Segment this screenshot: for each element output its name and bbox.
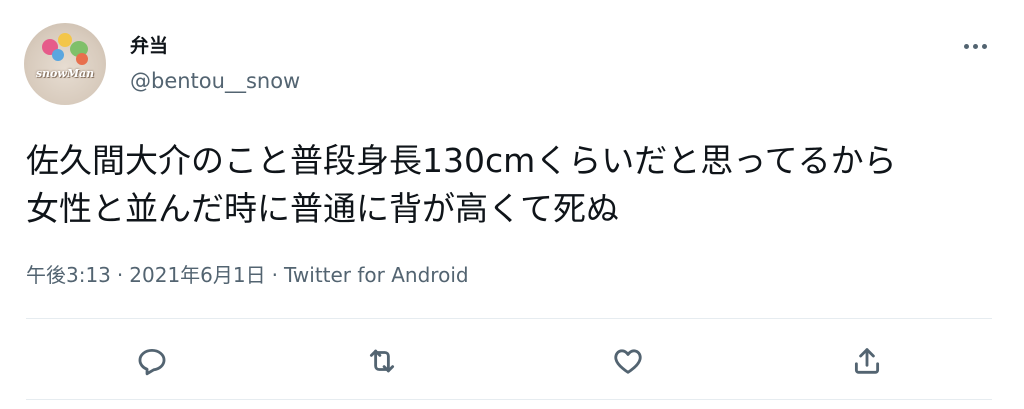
display-name[interactable]: 弁当	[130, 34, 168, 58]
like-button[interactable]	[609, 342, 647, 380]
tweet-source-link[interactable]: Twitter for Android	[284, 263, 469, 287]
divider	[26, 399, 992, 400]
avatar-logo-text: snowMan	[35, 67, 95, 80]
reply-icon	[138, 348, 166, 376]
tweet-time-link[interactable]: 午後3:13	[26, 263, 111, 287]
meta-separator: ·	[116, 263, 124, 287]
avatar[interactable]: snowMan	[24, 23, 106, 105]
user-handle[interactable]: @bentou__snow	[130, 68, 300, 94]
more-icon	[972, 43, 978, 49]
meta-separator: ·	[271, 263, 278, 287]
avatar-decoration	[52, 49, 64, 61]
share-button[interactable]	[848, 342, 886, 380]
retweet-button[interactable]	[363, 342, 401, 380]
tweet-card: snowMan 弁当 @bentou__snow 佐久間大介のこと普段身長130…	[0, 0, 1024, 409]
avatar-decoration	[76, 53, 88, 65]
tweet-meta: 午後3:13 · 2021年6月1日 · Twitter for Android	[26, 262, 469, 288]
heart-icon	[614, 349, 642, 374]
tweet-date-link[interactable]: 2021年6月1日	[129, 263, 265, 287]
share-icon	[854, 348, 880, 374]
more-icon	[981, 43, 987, 49]
more-icon	[963, 43, 969, 49]
more-options-button[interactable]	[958, 34, 992, 58]
tweet-text: 佐久間大介のこと普段身長130cmくらいだと思ってるから 女性と並んだ時に普通に…	[26, 141, 897, 228]
reply-button[interactable]	[133, 342, 171, 380]
retweet-icon	[369, 349, 395, 373]
divider	[26, 318, 992, 319]
